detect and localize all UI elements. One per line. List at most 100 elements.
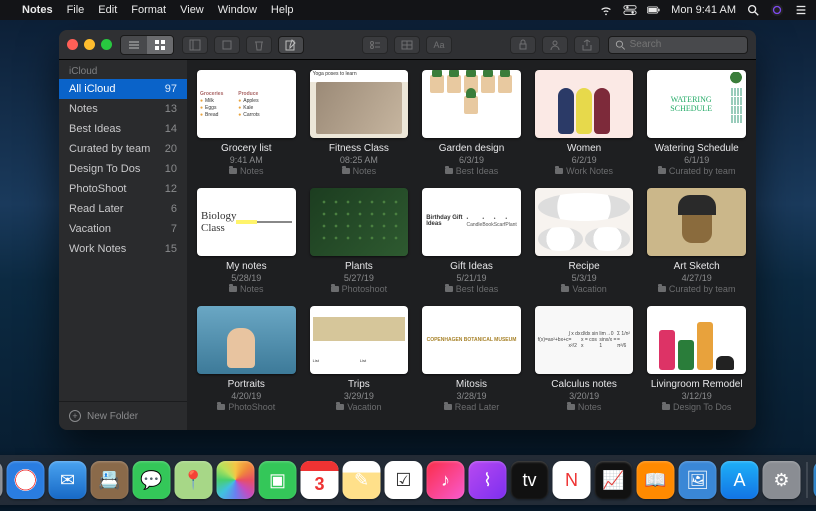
note-title: Grocery list — [197, 143, 296, 154]
dock-facetime[interactable]: ▣ — [259, 461, 297, 499]
note-card[interactable]: Recipe5/3/19Vacation — [535, 188, 634, 294]
sidebar-item-count: 10 — [165, 163, 177, 175]
note-folder: Curated by team — [658, 166, 736, 176]
battery-icon[interactable] — [647, 3, 661, 17]
note-thumbnail — [647, 306, 746, 374]
note-thumbnail: Biology Class — [197, 188, 296, 256]
dock-reminders[interactable]: ☑ — [385, 461, 423, 499]
sidebar-item-label: Vacation — [69, 223, 111, 235]
close-button[interactable] — [67, 39, 78, 50]
note-date: 5/21/19 — [456, 273, 486, 283]
dock-separator — [807, 462, 808, 498]
dock-notes[interactable]: ✎ — [343, 461, 381, 499]
dock-news[interactable]: N — [553, 461, 591, 499]
dock-stocks[interactable]: 📈 — [595, 461, 633, 499]
dock-safari[interactable] — [7, 461, 45, 499]
folder-icon — [662, 404, 670, 410]
search-field[interactable] — [608, 36, 748, 54]
note-card[interactable]: Plants5/27/19Photoshoot — [310, 188, 409, 294]
note-folder: Design To Dos — [662, 402, 731, 412]
folder-icon — [336, 404, 344, 410]
note-title: Portraits — [197, 379, 296, 390]
note-card[interactable]: Art Sketch4/27/19Curated by team — [647, 188, 746, 294]
dock-launchpad[interactable]: ⊞ — [0, 461, 3, 499]
sidebar-item-count: 7 — [171, 223, 177, 235]
sidebar-item-best-ideas[interactable]: Best Ideas14 — [59, 119, 187, 139]
dock-preview[interactable]: 🖼 — [679, 461, 717, 499]
note-card[interactable]: Women6/2/19Work Notes — [535, 70, 634, 176]
format-button[interactable]: Aa — [426, 36, 452, 54]
note-folder: Best Ideas — [445, 284, 499, 294]
collaborate-button[interactable] — [542, 36, 568, 54]
menu-format[interactable]: Format — [131, 4, 166, 16]
sidebar-item-work-notes[interactable]: Work Notes15 — [59, 239, 187, 259]
fullscreen-button[interactable] — [101, 39, 112, 50]
dock-tv[interactable]: tv — [511, 461, 549, 499]
menu-file[interactable]: File — [67, 4, 85, 16]
dock-sysprefs[interactable]: ⚙ — [763, 461, 801, 499]
dock-music[interactable]: ♪ — [427, 461, 465, 499]
dock-photos[interactable] — [217, 461, 255, 499]
folder-icon — [658, 168, 666, 174]
sidebar-item-label: Read Later — [69, 203, 123, 215]
wifi-icon[interactable] — [599, 3, 613, 17]
delete-button[interactable] — [246, 36, 272, 54]
menu-app[interactable]: Notes — [22, 4, 53, 16]
dock-mail[interactable]: ✉ — [49, 461, 87, 499]
menu-help[interactable]: Help — [271, 4, 294, 16]
attachments-button[interactable] — [214, 36, 240, 54]
note-title: Garden design — [422, 143, 521, 154]
view-switcher — [120, 35, 174, 55]
dock-contacts[interactable]: 📇 — [91, 461, 129, 499]
note-card[interactable]: WATERING SCHEDULEWatering Schedule6/1/19… — [647, 70, 746, 176]
sidebar-item-notes[interactable]: Notes13 — [59, 99, 187, 119]
note-card[interactable]: Biology ClassMy notes5/28/19Notes — [197, 188, 296, 294]
siri-icon[interactable] — [770, 3, 784, 17]
note-thumbnail — [535, 70, 634, 138]
note-card[interactable]: COPENHAGEN BOTANICAL MUSEUMMitosis3/28/1… — [422, 306, 521, 412]
menu-window[interactable]: Window — [218, 4, 257, 16]
minimize-button[interactable] — [84, 39, 95, 50]
sidebar-item-photoshoot[interactable]: PhotoShoot12 — [59, 179, 187, 199]
notification-center-icon[interactable] — [794, 3, 808, 17]
menubar-clock[interactable]: Mon 9:41 AM — [671, 4, 736, 16]
sidebar: iCloud All iCloud97Notes13Best Ideas14Cu… — [59, 60, 187, 430]
note-card[interactable]: ListListTrips3/29/19Vacation — [310, 306, 409, 412]
checklist-button[interactable] — [362, 36, 388, 54]
note-card[interactable]: Portraits4/20/19PhotoShoot — [197, 306, 296, 412]
new-folder-button[interactable]: + New Folder — [59, 401, 187, 430]
list-view-button[interactable] — [121, 36, 147, 54]
share-button[interactable] — [574, 36, 600, 54]
dock-books[interactable]: 📖 — [637, 461, 675, 499]
search-input[interactable] — [630, 39, 741, 50]
control-center-icon[interactable] — [623, 3, 637, 17]
note-date: 9:41 AM — [230, 155, 263, 165]
note-date: 5/28/19 — [231, 273, 261, 283]
sidebar-item-curated-by-team[interactable]: Curated by team20 — [59, 139, 187, 159]
note-card[interactable]: GroceriesMilkEggsBreadProduceApplesKaleC… — [197, 70, 296, 176]
note-card[interactable]: Livingroom Remodel3/12/19Design To Dos — [647, 306, 746, 412]
sidebar-item-vacation[interactable]: Vacation 7 — [59, 219, 187, 239]
sidebar-item-design-to-dos[interactable]: Design To Dos10 — [59, 159, 187, 179]
sidebar-toggle-button[interactable] — [182, 36, 208, 54]
dock-appstore[interactable]: A — [721, 461, 759, 499]
table-button[interactable] — [394, 36, 420, 54]
new-note-button[interactable] — [278, 36, 304, 54]
note-date: 6/3/19 — [459, 155, 484, 165]
note-card[interactable]: Birthday Gift Ideas• Candle• Book• Scarf… — [422, 188, 521, 294]
dock-messages[interactable]: 💬 — [133, 461, 171, 499]
spotlight-icon[interactable] — [746, 3, 760, 17]
menu-edit[interactable]: Edit — [98, 4, 117, 16]
note-card[interactable]: f(x)=ax²+bx+c∫ x dx = x²/2d/dx sin x = c… — [535, 306, 634, 412]
dock-maps[interactable]: 📍 — [175, 461, 213, 499]
sidebar-item-all-icloud[interactable]: All iCloud97 — [59, 79, 187, 99]
note-card[interactable]: Garden design6/3/19Best Ideas — [422, 70, 521, 176]
dock-calendar[interactable]: 3 — [301, 461, 339, 499]
note-card[interactable]: Yoga poses to learnFitness Class08:25 AM… — [310, 70, 409, 176]
menu-view[interactable]: View — [180, 4, 204, 16]
lock-button[interactable] — [510, 36, 536, 54]
sidebar-item-read-later[interactable]: Read Later6 — [59, 199, 187, 219]
gallery-view-button[interactable] — [147, 36, 173, 54]
dock-podcasts[interactable]: ⌇ — [469, 461, 507, 499]
notes-window: Aa iCloud All iCloud97Notes13Best Ideas1… — [59, 30, 756, 430]
